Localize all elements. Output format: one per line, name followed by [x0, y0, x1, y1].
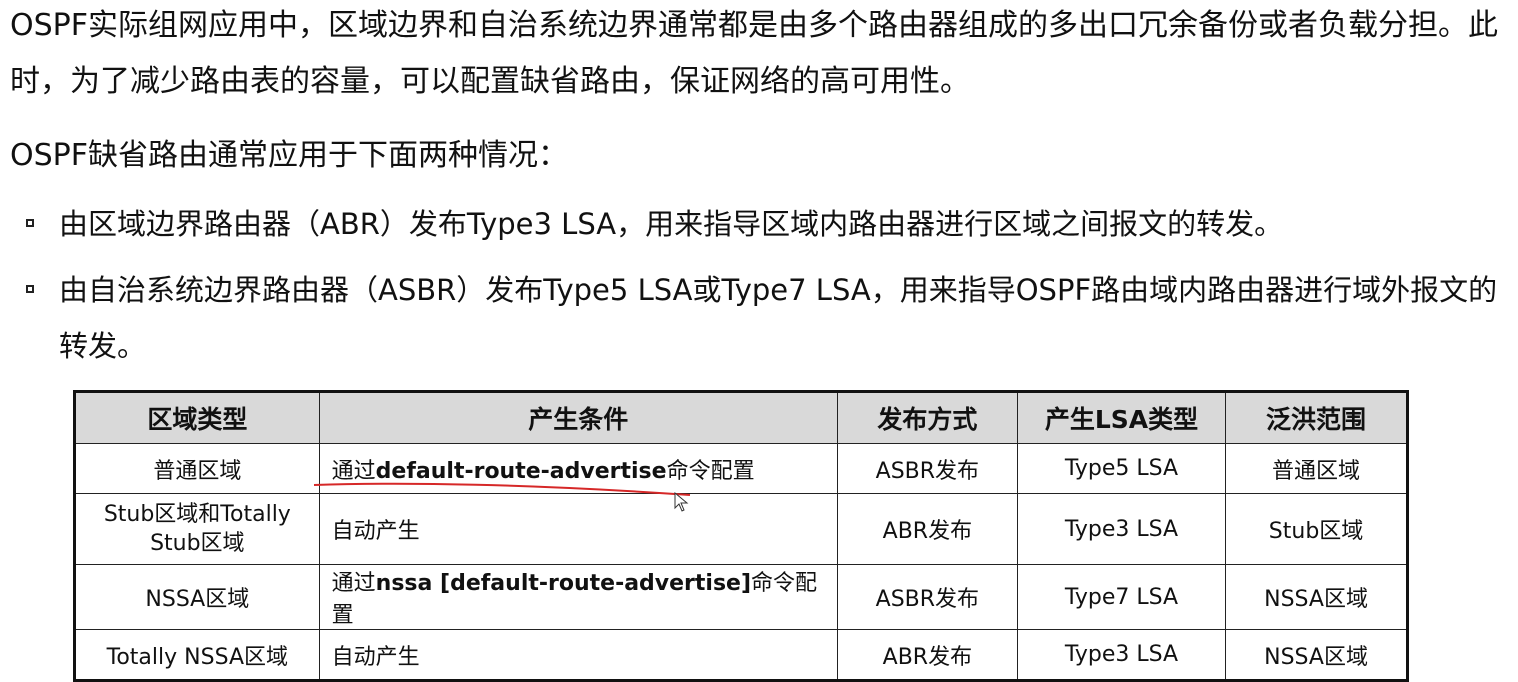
header-area-type: 区域类型	[74, 391, 320, 444]
header-publish: 发布方式	[836, 391, 1018, 444]
table-header-row: 区域类型 产生条件 发布方式 产生LSA类型 泛洪范围	[74, 391, 1408, 444]
cell-lsa-type: Type5 LSA	[1016, 443, 1227, 494]
table-row: NSSA区域 通过nssa [default-route-advertise]命…	[74, 564, 1408, 630]
table-row: Stub区域和Totally Stub区域 自动产生 ABR发布 Type3 L…	[74, 493, 1408, 565]
table-row: 普通区域 通过default-route-advertise命令配置 ASBR发…	[74, 443, 1408, 494]
condition-suffix: 命令配置	[666, 458, 755, 484]
cell-flood-scope: Stub区域	[1225, 493, 1408, 565]
square-bullet-icon	[26, 285, 34, 293]
condition-prefix: 通过	[331, 458, 376, 484]
header-flood-scope: 泛洪范围	[1225, 391, 1408, 444]
condition-command: default-route-advertise	[375, 458, 667, 484]
cell-publish: ASBR发布	[836, 564, 1018, 630]
default-route-table: 区域类型 产生条件 发布方式 产生LSA类型 泛洪范围 普通区域 通过defau…	[73, 390, 1409, 682]
cell-area-type: Stub区域和Totally Stub区域	[74, 493, 320, 565]
cell-condition: 通过nssa [default-route-advertise]命令配置	[318, 564, 838, 630]
cell-condition: 通过default-route-advertise命令配置	[318, 443, 838, 494]
cell-lsa-type: Type7 LSA	[1016, 564, 1227, 630]
table-row: Totally NSSA区域 自动产生 ABR发布 Type3 LSA NSSA…	[74, 629, 1408, 681]
cell-lsa-type: Type3 LSA	[1016, 493, 1227, 565]
intro-paragraph-2: OSPF缺省路由通常应用于下面两种情况：	[10, 138, 569, 173]
cell-publish: ABR发布	[836, 629, 1018, 681]
bullet-text: 由自治系统边界路由器（ASBR）发布Type5 LSA或Type7 LSA，用来…	[59, 273, 1498, 363]
condition-prefix: 通过	[331, 571, 376, 596]
cell-flood-scope: NSSA区域	[1225, 564, 1408, 630]
cell-lsa-type: Type3 LSA	[1016, 629, 1227, 681]
bullet-text: 由区域边界路由器（ABR）发布Type3 LSA，用来指导区域内路由器进行区域之…	[59, 207, 1284, 241]
cell-publish: ABR发布	[836, 493, 1018, 565]
cell-condition: 自动产生	[318, 629, 838, 681]
cell-area-type: Totally NSSA区域	[74, 629, 320, 681]
square-bullet-icon	[26, 219, 34, 227]
cell-condition: 自动产生	[318, 493, 838, 565]
cell-area-type: 普通区域	[74, 443, 320, 494]
intro-paragraph-1: OSPF实际组网应用中，区域边界和自治系统边界通常都是由多个路由器组成的多出口冗…	[10, 8, 1499, 99]
cell-flood-scope: NSSA区域	[1225, 629, 1408, 681]
condition-command: nssa [default-route-advertise]	[375, 571, 752, 596]
cell-publish: ASBR发布	[836, 443, 1018, 494]
cell-flood-scope: 普通区域	[1225, 443, 1408, 494]
header-lsa-type: 产生LSA类型	[1016, 391, 1227, 444]
cell-area-type: NSSA区域	[74, 564, 320, 630]
header-condition: 产生条件	[318, 391, 838, 444]
mouse-pointer-icon	[674, 492, 689, 512]
